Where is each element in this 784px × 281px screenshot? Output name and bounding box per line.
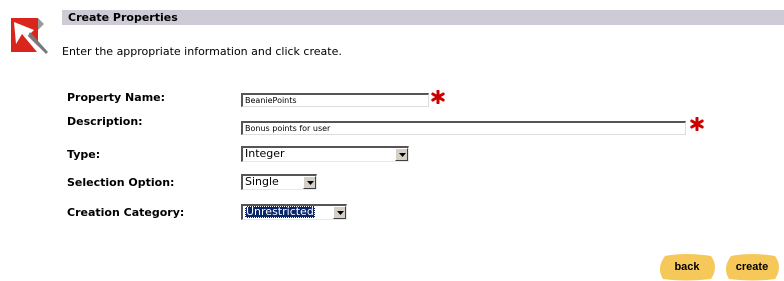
instructions-text: Enter the appropriate information and cl… bbox=[62, 45, 342, 58]
type-selected-value: Integer bbox=[245, 147, 285, 160]
create-button-label: create bbox=[735, 261, 769, 273]
required-star-icon bbox=[690, 116, 704, 132]
type-label: Type: bbox=[67, 148, 101, 161]
chevron-down-icon[interactable] bbox=[333, 206, 346, 219]
title-bar: Create Properties bbox=[62, 10, 784, 25]
required-star-icon bbox=[431, 89, 445, 105]
back-button-label: back bbox=[674, 261, 700, 273]
selection-option-selected-value: Single bbox=[245, 175, 279, 188]
create-button[interactable]: create bbox=[721, 253, 783, 281]
property-name-label: Property Name: bbox=[67, 91, 166, 104]
chevron-down-icon[interactable] bbox=[395, 148, 408, 161]
creation-category-label: Creation Category: bbox=[67, 206, 185, 219]
selection-option-label: Selection Option: bbox=[67, 176, 175, 189]
selection-option-select[interactable]: Single bbox=[241, 174, 317, 190]
description-label: Description: bbox=[67, 115, 143, 128]
app-logo-icon bbox=[8, 14, 58, 60]
type-select[interactable]: Integer bbox=[241, 146, 409, 162]
creation-category-select[interactable]: Unrestricted bbox=[241, 204, 347, 220]
property-name-input[interactable]: BeaniePoints bbox=[241, 93, 429, 107]
chevron-down-icon[interactable] bbox=[303, 176, 316, 189]
creation-category-selected-value: Unrestricted bbox=[245, 205, 315, 218]
page-title: Create Properties bbox=[68, 11, 178, 24]
description-input[interactable]: Bonus points for user bbox=[241, 121, 686, 135]
back-button[interactable]: back bbox=[655, 253, 719, 281]
